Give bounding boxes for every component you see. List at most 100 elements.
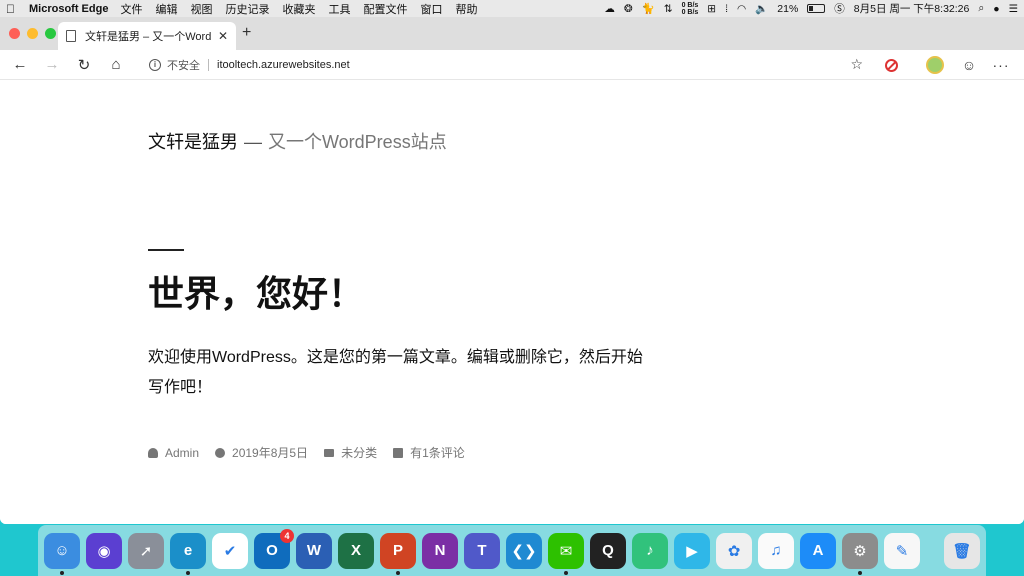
menu-favorites[interactable]: 收藏夹	[282, 1, 315, 17]
dock-app-launchpad[interactable]: ➚	[128, 532, 164, 569]
tab-strip: 文轩是猛男 – 又一个WordPress站点 ✕ +	[0, 17, 1024, 50]
cat-icon[interactable]: 🐈	[642, 2, 655, 15]
menu-profiles[interactable]: 配置文件	[363, 1, 407, 17]
web-page: 文轩是猛男 — 又一个WordPress站点 世界，您好！ 欢迎使用WordPres…	[0, 80, 1024, 524]
dock-app-vs-code[interactable]: ❮❯	[506, 532, 542, 569]
dock-app-wechat[interactable]: ✉	[548, 532, 584, 575]
notification-center-icon[interactable]: ☰	[1009, 3, 1018, 15]
finder-icon: ☺	[54, 542, 70, 559]
dock-app-qq-music[interactable]: ♪	[632, 532, 668, 569]
security-status[interactable]: 不安全	[167, 57, 200, 73]
dock-app-outlook[interactable]: O4	[254, 528, 294, 569]
menu-edit[interactable]: 编辑	[155, 1, 177, 17]
textedit-icon: ✎	[895, 542, 909, 560]
forward-button[interactable]: →	[36, 50, 68, 80]
menu-help[interactable]: 帮助	[455, 1, 477, 17]
dock-app-system-preferences[interactable]: ⚙	[842, 532, 878, 575]
browser-toolbar: ← → ↻ ⌂ i 不安全 itooltech.azurewebsites.ne…	[0, 50, 1024, 80]
dock-app-photos[interactable]: ✿	[716, 532, 752, 569]
dock: ☺ ◉ ➚ e ✔ O 4 W X P N T ❮❯ ✉ Q ♪ ▶ ✿ ♫ A ⚙ ✎ 🗑	[38, 525, 986, 576]
running-indicator	[564, 570, 568, 575]
wifi-icon[interactable]: ◠	[737, 3, 746, 15]
dots-icon[interactable]: ⁞	[725, 3, 728, 15]
post-body: 欢迎使用WordPress。这是您的第一篇文章。编辑或删除它，然后开始写作吧！	[148, 349, 643, 396]
page-icon	[66, 30, 76, 42]
dock-app-siri[interactable]: ◉	[86, 532, 122, 569]
dock-app-textedit[interactable]: ✎	[884, 532, 920, 569]
net-up: 0 B/s	[681, 1, 699, 9]
cloud-icon[interactable]: ☁	[604, 3, 615, 15]
input-method-icon[interactable]: Ⓢ	[834, 1, 845, 16]
onenote-icon: N	[434, 542, 446, 559]
dock-app-trash[interactable]: 🗑	[944, 532, 980, 569]
battery-percent: 21%	[777, 2, 799, 15]
feedback-smiley-icon[interactable]: ☺	[958, 54, 980, 76]
qq-icon: Q	[602, 542, 614, 559]
menu-history[interactable]: 历史记录	[225, 1, 269, 17]
dock-app-qq[interactable]: Q	[590, 532, 626, 569]
back-button[interactable]: ←	[4, 50, 36, 80]
menu-file[interactable]: 文件	[120, 1, 142, 17]
battery-icon[interactable]	[807, 4, 826, 13]
clock[interactable]: 8月5日 周一 下午8:32:26	[854, 1, 970, 16]
close-tab-icon[interactable]: ✕	[218, 29, 228, 43]
new-tab-button[interactable]: +	[242, 24, 251, 42]
running-indicator	[858, 570, 862, 575]
running-indicator	[186, 570, 190, 575]
home-button[interactable]: ⌂	[100, 50, 132, 80]
comments-link[interactable]: 有1条评论	[410, 444, 465, 461]
post-title[interactable]: 世界，您好！	[148, 265, 364, 317]
app-menu[interactable]: Microsoft Edge	[29, 3, 108, 15]
dock-app-teams[interactable]: T	[464, 532, 500, 569]
close-window-button[interactable]	[9, 28, 20, 39]
author-link[interactable]: Admin	[165, 446, 199, 460]
person-icon	[148, 447, 158, 458]
site-description: 又一个WordPress站点	[268, 132, 447, 152]
powerpoint-icon: P	[392, 542, 403, 559]
running-indicator	[60, 570, 64, 575]
refresh-button[interactable]: ↻	[68, 50, 100, 80]
info-icon[interactable]: i	[149, 59, 161, 71]
siri-icon[interactable]: ●	[993, 3, 999, 15]
dock-app-word[interactable]: W	[296, 532, 332, 569]
system-preferences-icon: ⚙	[853, 542, 867, 560]
menu-tools[interactable]: 工具	[328, 1, 350, 17]
minimize-window-button[interactable]	[27, 28, 38, 39]
dock-app-app-store[interactable]: A	[800, 532, 836, 569]
date-link[interactable]: 2019年8月5日	[232, 444, 308, 461]
favorite-star-icon[interactable]: ☆	[850, 56, 863, 73]
photos-icon: ✿	[727, 542, 741, 560]
more-menu-icon[interactable]: ···	[990, 54, 1012, 76]
profile-avatar[interactable]	[924, 54, 946, 76]
dock-app-tencent-video[interactable]: ▶	[674, 532, 710, 569]
wechat-tray-icon[interactable]: ❂	[624, 3, 633, 15]
dock-app-powerpoint[interactable]: P	[380, 532, 416, 575]
search-icon[interactable]: ⌕	[978, 2, 984, 15]
dock-app-itunes[interactable]: ♫	[758, 532, 794, 569]
address-bar[interactable]: i 不安全 itooltech.azurewebsites.net ☆	[141, 54, 869, 76]
folder-icon	[324, 448, 335, 457]
dock-app-excel[interactable]: X	[338, 532, 374, 569]
app-store-icon: A	[812, 542, 824, 559]
status-tray: ☁ ❂ 🐈 ⇅ 0 B/s 0 B/s ⊞ ⁞ ◠ 🔈 21% Ⓢ 8月5日 周…	[604, 0, 1018, 17]
dock-app-finder[interactable]: ☺	[44, 532, 80, 575]
volume-icon[interactable]: 🔈	[755, 2, 768, 15]
net-down: 0 B/s	[681, 8, 699, 16]
meta-comments: 有1条评论	[393, 444, 465, 461]
tab-active[interactable]: 文轩是猛男 – 又一个WordPress站点 ✕	[58, 22, 236, 50]
edge-dev-icon: e	[183, 542, 193, 559]
menu-view[interactable]: 视图	[190, 1, 212, 17]
maximize-window-button[interactable]	[45, 28, 56, 39]
dock-app-onenote[interactable]: N	[422, 532, 458, 569]
grid-icon[interactable]: ⊞	[707, 3, 716, 15]
url-text[interactable]: itooltech.azurewebsites.net	[217, 59, 350, 71]
category-link[interactable]: 未分类	[341, 444, 377, 461]
trash-icon: 🗑	[952, 542, 972, 560]
adblock-extension-icon[interactable]	[880, 54, 902, 76]
dock-app-edge-dev[interactable]: e	[170, 532, 206, 575]
dock-app-tasks[interactable]: ✔	[212, 532, 248, 569]
site-title[interactable]: 文轩是猛男	[148, 132, 238, 152]
itunes-icon: ♫	[770, 542, 782, 559]
menu-window[interactable]: 窗口	[420, 1, 442, 17]
apple-menu-icon[interactable]: 	[6, 2, 15, 16]
